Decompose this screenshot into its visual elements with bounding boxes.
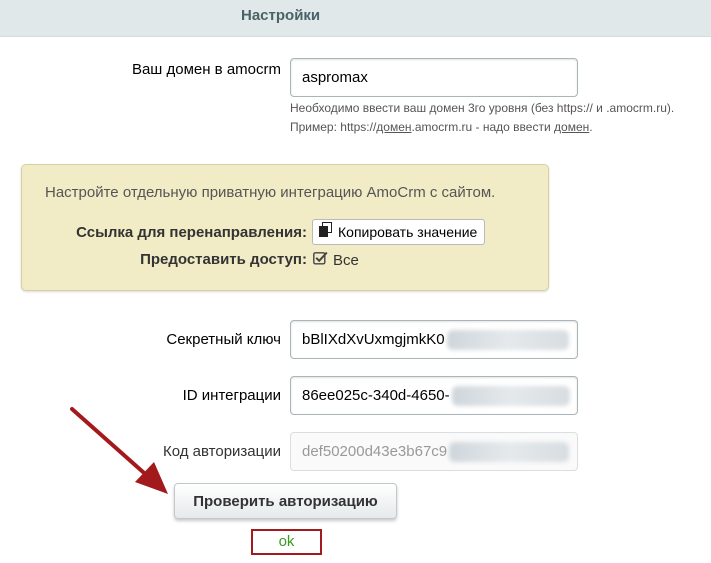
secret-key-input[interactable]: bBlIXdXvUxmgjmkK0	[290, 320, 578, 359]
integration-id-value: 86ee025c-340d-4650-	[302, 387, 450, 404]
domain-hint-line2: Пример: https://домен.amocrm.ru - надо в…	[290, 118, 674, 137]
copy-value-button[interactable]: Копировать значение	[312, 219, 486, 245]
hint-domain: домен	[376, 120, 412, 134]
hint-suffix: .	[589, 120, 593, 134]
secret-key-label: Секретный ключ	[166, 331, 281, 348]
hint-middle: .amocrm.ru - надо ввести	[411, 120, 555, 134]
domain-label: Ваш домен в amocrm	[131, 61, 281, 78]
auth-code-value: def50200d43e3b67c9	[302, 443, 448, 460]
copy-value-button-label: Копировать значение	[338, 224, 478, 240]
auth-code-input[interactable]: def50200d43e3b67c9	[290, 432, 578, 471]
redacted-blur	[451, 386, 570, 407]
status-text: ok	[278, 533, 295, 550]
domain-hint: Необходимо ввести ваш домен 3го уровня (…	[290, 99, 674, 137]
domain-hint-line1: Необходимо ввести ваш домен 3го уровня (…	[290, 101, 675, 115]
check-authorization-button[interactable]: Проверить авторизацию	[174, 483, 397, 519]
access-value: Все	[333, 251, 359, 269]
integration-info-text: Настройте отдельную приватную интеграцию…	[45, 184, 496, 201]
page-title: Настройки	[241, 7, 321, 24]
secret-key-value: bBlIXdXvUxmgjmkK0	[302, 331, 445, 348]
hint-prefix: Пример: https://	[290, 120, 377, 134]
copy-icon	[319, 220, 332, 244]
redacted-blur	[449, 442, 570, 463]
domain-input-value: aspromax	[302, 69, 368, 86]
settings-header: Настройки	[0, 0, 711, 37]
checkbox-checked-icon[interactable]	[313, 251, 328, 269]
integration-id-input[interactable]: 86ee025c-340d-4650-	[290, 376, 578, 415]
status-highlight: ok	[251, 529, 322, 555]
hint-domain-2: домен	[554, 120, 590, 134]
access-option[interactable]: Все	[313, 251, 359, 269]
access-label: Предоставить доступ:	[140, 251, 307, 268]
redirect-link-label: Ссылка для перенаправления:	[76, 224, 307, 241]
integration-id-label: ID интеграции	[182, 387, 281, 404]
redacted-blur	[446, 330, 569, 351]
integration-info-panel: Настройте отдельную приватную интеграцию…	[21, 164, 549, 291]
auth-code-label: Код авторизации	[163, 443, 281, 460]
domain-input[interactable]: aspromax	[290, 58, 578, 97]
